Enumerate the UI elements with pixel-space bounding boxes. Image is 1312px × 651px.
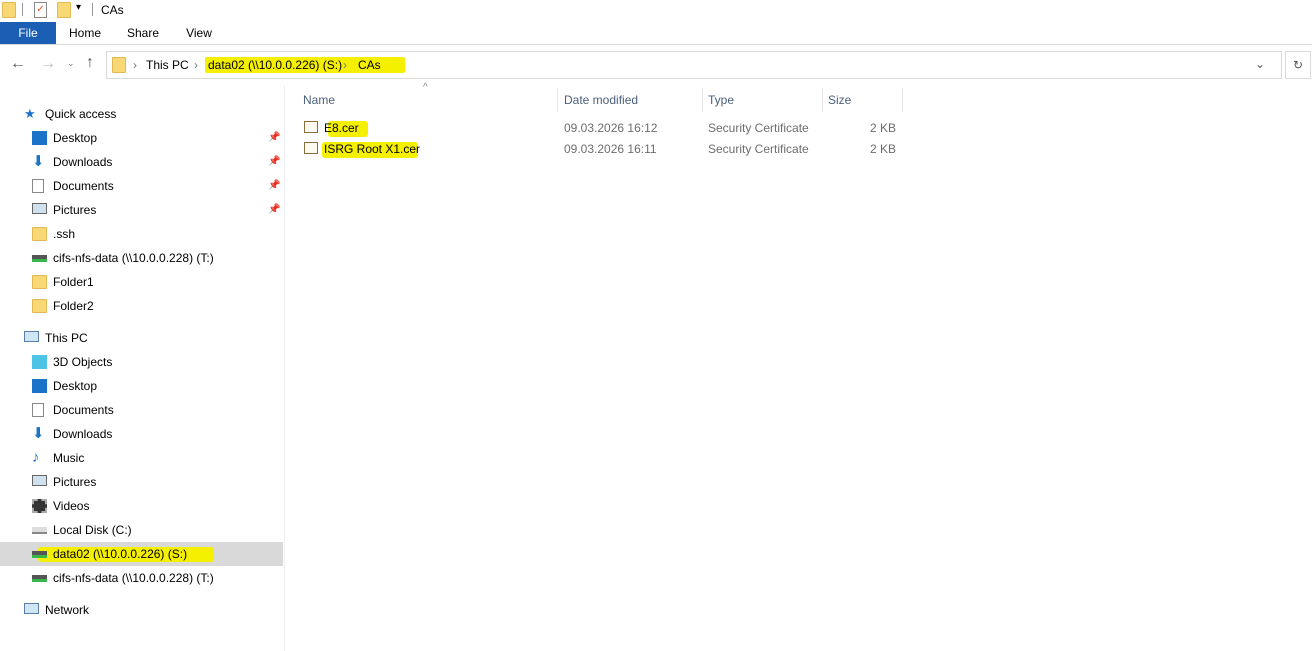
pin-icon[interactable]: 📌 xyxy=(268,126,280,150)
nav-ssh[interactable]: .ssh xyxy=(0,222,283,246)
nav-3d-objects[interactable]: 3D Objects xyxy=(0,350,283,374)
desktop-icon xyxy=(32,379,47,393)
pictures-icon xyxy=(32,203,47,214)
up-button[interactable]: ↑ xyxy=(86,54,94,72)
nav-data02[interactable]: data02 (\\10.0.0.226) (S:) xyxy=(0,542,283,566)
computer-icon xyxy=(24,331,39,342)
downloads-icon: ⬇ xyxy=(32,153,45,170)
file-name: E8.cer xyxy=(324,121,359,135)
nav-music[interactable]: ♪ Music xyxy=(0,446,283,470)
desktop-icon xyxy=(32,131,47,145)
certificate-icon xyxy=(304,142,318,154)
folder-icon xyxy=(32,275,47,289)
file-date: 09.03.2026 16:12 xyxy=(564,121,658,135)
crumb-cas[interactable]: CAs xyxy=(358,58,381,72)
file-type: Security Certificate xyxy=(708,121,809,135)
folder-icon xyxy=(2,2,16,21)
folder-icon xyxy=(112,57,126,76)
network-drive-icon xyxy=(32,255,47,262)
disk-icon xyxy=(32,527,47,534)
tab-home[interactable]: Home xyxy=(60,22,110,44)
chevron-right-icon: › xyxy=(343,58,347,72)
nav-videos[interactable]: Videos xyxy=(0,494,283,518)
file-name: ISRG Root X1.cer xyxy=(324,142,421,156)
certificate-icon xyxy=(304,121,318,133)
nav-downloads[interactable]: ⬇ Downloads 📌 xyxy=(0,150,283,174)
ribbon-border xyxy=(0,44,1312,45)
pin-icon[interactable]: 📌 xyxy=(268,150,280,174)
column-type[interactable]: Type xyxy=(708,88,734,112)
documents-icon xyxy=(32,179,44,193)
column-size[interactable]: Size xyxy=(828,88,851,112)
3d-objects-icon xyxy=(32,355,47,369)
file-size: 2 KB xyxy=(870,121,897,135)
videos-icon xyxy=(32,499,47,513)
folder-icon xyxy=(32,227,47,241)
refresh-button[interactable]: ↻ xyxy=(1285,51,1311,79)
address-bar[interactable]: › This PC › data02 (\\10.0.0.226) (S:) ›… xyxy=(106,51,1282,79)
properties-icon[interactable]: ✓ xyxy=(34,2,47,18)
nav-network[interactable]: Network xyxy=(0,598,283,622)
nav-quick-access[interactable]: ★ Quick access xyxy=(0,102,283,126)
nav-pictures[interactable]: Pictures 📌 xyxy=(0,198,283,222)
network-drive-icon xyxy=(32,575,47,582)
network-icon xyxy=(24,603,39,614)
chevron-right-icon: › xyxy=(194,58,198,72)
window-title: CAs xyxy=(101,3,124,17)
nav-this-pc[interactable]: This PC xyxy=(0,326,283,350)
column-divider[interactable] xyxy=(822,88,823,112)
folder-icon xyxy=(32,299,47,313)
column-divider[interactable] xyxy=(902,88,903,112)
forward-button[interactable]: → xyxy=(40,55,56,73)
column-divider[interactable] xyxy=(702,88,703,112)
divider xyxy=(92,3,93,16)
documents-icon xyxy=(32,403,44,417)
pin-icon[interactable]: 📌 xyxy=(268,174,280,198)
customize-toolbar-icon[interactable]: ▾ xyxy=(76,2,81,13)
file-type: Security Certificate xyxy=(708,142,809,156)
downloads-icon: ⬇ xyxy=(32,425,45,442)
crumb-this-pc[interactable]: This PC xyxy=(146,58,189,72)
nav-pc-pictures[interactable]: Pictures xyxy=(0,470,283,494)
nav-desktop[interactable]: Desktop 📌 xyxy=(0,126,283,150)
star-icon: ★ xyxy=(24,106,36,121)
nav-pc-downloads[interactable]: ⬇ Downloads xyxy=(0,422,283,446)
tab-file[interactable]: File xyxy=(0,22,56,44)
nav-pc-cifs-nfs-data[interactable]: cifs-nfs-data (\\10.0.0.228) (T:) xyxy=(0,566,283,590)
column-date-modified[interactable]: Date modified xyxy=(564,88,638,112)
divider xyxy=(22,3,23,16)
chevron-right-icon: › xyxy=(133,58,137,72)
nav-folder1[interactable]: Folder1 xyxy=(0,270,283,294)
column-divider[interactable] xyxy=(557,88,558,112)
nav-pc-documents[interactable]: Documents xyxy=(0,398,283,422)
nav-cifs-nfs-data[interactable]: cifs-nfs-data (\\10.0.0.228) (T:) xyxy=(0,246,283,270)
back-button[interactable]: ← xyxy=(10,55,26,73)
nav-documents[interactable]: Documents 📌 xyxy=(0,174,283,198)
address-dropdown-icon[interactable]: ⌄ xyxy=(1255,57,1265,71)
file-size: 2 KB xyxy=(870,142,897,156)
file-row[interactable]: E8.cer 09.03.2026 16:12 Security Certifi… xyxy=(300,118,900,138)
network-drive-icon xyxy=(32,551,47,558)
pane-divider xyxy=(284,85,285,651)
recent-locations-button[interactable]: ⌄ xyxy=(67,58,75,69)
nav-local-disk[interactable]: Local Disk (C:) xyxy=(0,518,283,542)
sort-ascending-icon: ^ xyxy=(423,82,428,93)
pictures-icon xyxy=(32,475,47,486)
tab-share[interactable]: Share xyxy=(120,22,166,44)
tab-view[interactable]: View xyxy=(176,22,222,44)
file-date: 09.03.2026 16:11 xyxy=(564,142,657,156)
pin-icon[interactable]: 📌 xyxy=(268,198,280,222)
music-icon: ♪ xyxy=(32,449,40,466)
nav-pc-desktop[interactable]: Desktop xyxy=(0,374,283,398)
new-folder-icon[interactable] xyxy=(57,2,71,21)
nav-folder2[interactable]: Folder2 xyxy=(0,294,283,318)
file-row[interactable]: ISRG Root X1.cer 09.03.2026 16:11 Securi… xyxy=(300,139,900,159)
crumb-drive[interactable]: data02 (\\10.0.0.226) (S:) xyxy=(208,58,342,72)
column-name[interactable]: Name xyxy=(303,88,335,112)
